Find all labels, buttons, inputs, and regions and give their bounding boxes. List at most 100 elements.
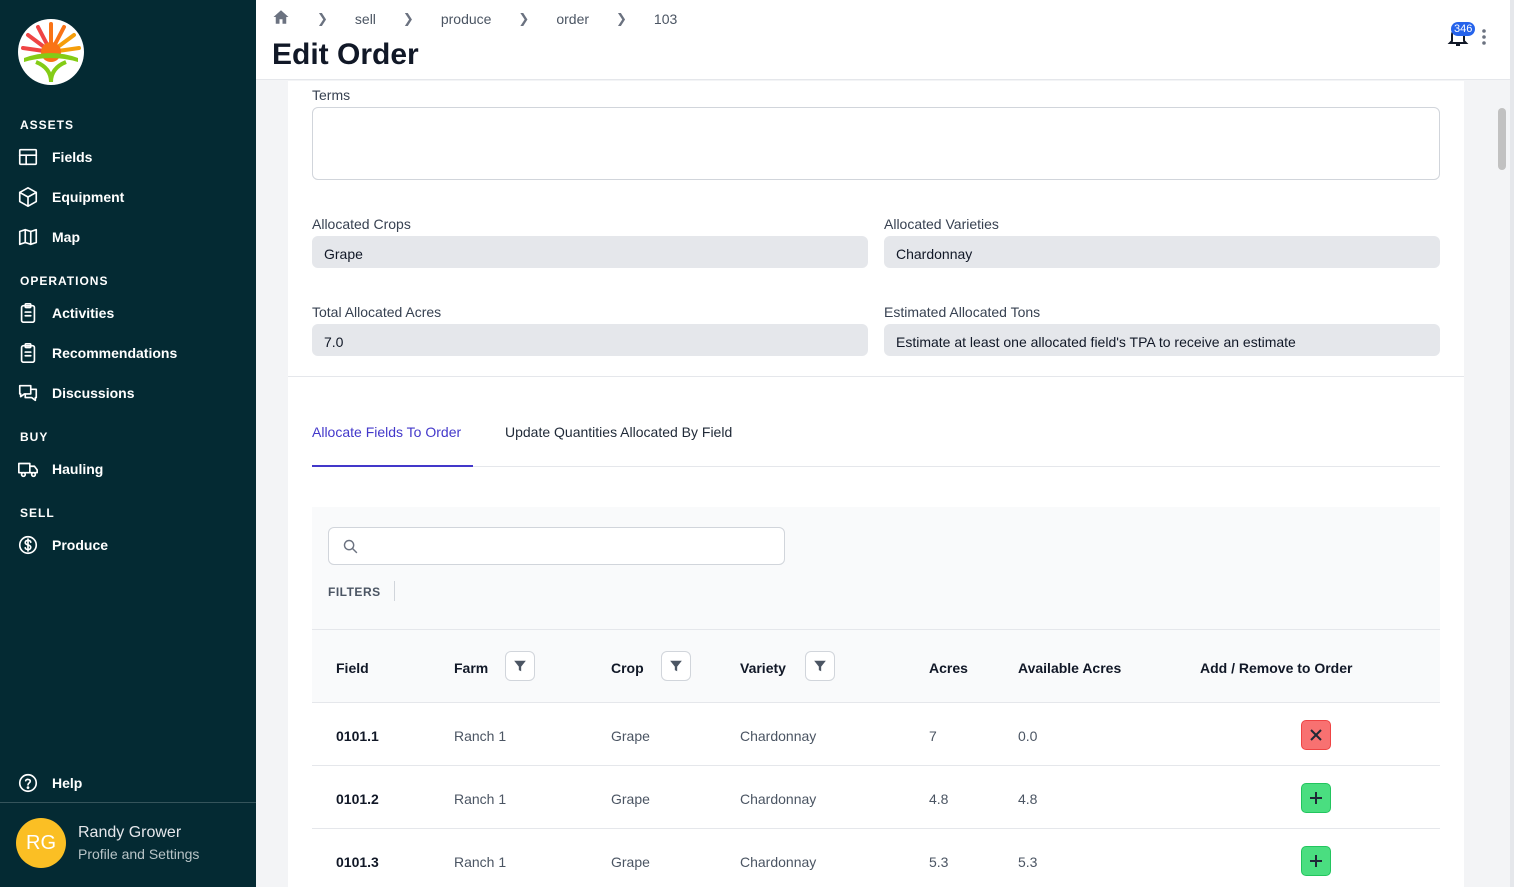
- tab-update-quantities[interactable]: Update Quantities Allocated By Field: [505, 424, 732, 440]
- funnel-icon: [814, 660, 826, 672]
- total-acres-label: Total Allocated Acres: [312, 304, 442, 320]
- fields-icon: [16, 145, 40, 169]
- home-icon[interactable]: [272, 8, 290, 29]
- total-acres-field: 7.0: [312, 324, 868, 356]
- avatar: RG: [16, 818, 66, 868]
- allocated-varieties-label: Allocated Varieties: [884, 216, 999, 232]
- nav-label-activities: Activities: [52, 305, 115, 321]
- chat-icon: [16, 381, 40, 405]
- chevron-right-icon: ❯: [518, 10, 530, 26]
- notification-badge: 346: [1451, 22, 1476, 36]
- clipboard-list-icon: [16, 341, 40, 365]
- cell-variety: Chardonnay: [740, 854, 817, 870]
- nav-item-produce[interactable]: Produce: [16, 530, 240, 560]
- cell-variety: Chardonnay: [740, 791, 817, 807]
- cell-crop: Grape: [611, 728, 650, 744]
- est-tons-label: Estimated Allocated Tons: [884, 304, 1041, 320]
- nav-item-equipment[interactable]: Equipment: [16, 182, 240, 212]
- nav-label-map: Map: [52, 229, 80, 245]
- cell-farm: Ranch 1: [454, 854, 507, 870]
- nav-item-discussions[interactable]: Discussions: [16, 378, 240, 408]
- map-icon: [16, 225, 40, 249]
- breadcrumb-produce[interactable]: produce: [441, 11, 492, 27]
- terms-textarea[interactable]: [312, 107, 1440, 180]
- table-header: Field Farm Crop Variety Acres Available …: [312, 629, 1440, 703]
- profile-name: Randy Grower: [78, 824, 182, 841]
- sidebar-divider: [0, 802, 256, 803]
- col-add-remove: Add / Remove to Order: [1200, 660, 1353, 676]
- col-crop[interactable]: Crop: [611, 660, 644, 676]
- farm-filter-button[interactable]: [505, 651, 535, 681]
- nav-label-equipment: Equipment: [52, 189, 125, 205]
- order-form-card: Terms Allocated Crops Grape Allocated Va…: [288, 81, 1464, 887]
- allocated-crops-field: Grape: [312, 236, 868, 268]
- col-available-acres[interactable]: Available Acres: [1018, 660, 1121, 676]
- cell-available-acres: 0.0: [1018, 728, 1038, 744]
- table-row: 0101.1 Ranch 1 Grape Chardonnay 7 0.0: [312, 703, 1440, 766]
- breadcrumb-order-id[interactable]: 103: [654, 11, 677, 27]
- col-variety[interactable]: Variety: [740, 660, 786, 676]
- cell-acres: 7: [929, 728, 937, 744]
- page-header: ❯ sell ❯ produce ❯ order ❯ 103 Edit Orde…: [256, 0, 1510, 80]
- remove-from-order-button[interactable]: [1301, 720, 1331, 750]
- nav-item-map[interactable]: Map: [16, 222, 240, 252]
- add-to-order-button[interactable]: [1301, 846, 1331, 876]
- nav-section-operations: OPERATIONS: [20, 274, 109, 288]
- col-field[interactable]: Field: [336, 660, 369, 676]
- more-options-icon[interactable]: [1480, 28, 1488, 46]
- help-icon: [16, 771, 40, 795]
- cell-field: 0101.1: [336, 728, 379, 744]
- filters-label: FILTERS: [328, 585, 381, 599]
- nav-section-sell: SELL: [20, 506, 55, 520]
- fields-table-panel: FILTERS Field Farm Crop Variety Acres Av…: [312, 507, 1440, 887]
- app-logo[interactable]: [16, 18, 86, 86]
- cell-field: 0101.3: [336, 854, 379, 870]
- chevron-right-icon: ❯: [402, 10, 414, 26]
- card-divider: [288, 376, 1464, 377]
- dollar-circle-icon: [16, 533, 40, 557]
- nav-label-help: Help: [52, 775, 83, 791]
- breadcrumb-order[interactable]: order: [556, 11, 589, 27]
- nav-section-assets: ASSETS: [20, 118, 75, 132]
- nav-section-buy: BUY: [20, 430, 49, 444]
- cell-farm: Ranch 1: [454, 791, 507, 807]
- profile-menu[interactable]: RG Randy Grower Profile and Settings: [16, 818, 199, 868]
- window-edge: [1510, 0, 1514, 887]
- breadcrumb-sell[interactable]: sell: [355, 11, 376, 27]
- sidebar: ASSETS Fields Equipment Map OPERATIONS A…: [0, 0, 256, 887]
- cell-field: 0101.2: [336, 791, 379, 807]
- table-row: 0101.2 Ranch 1 Grape Chardonnay 4.8 4.8: [312, 766, 1440, 829]
- nav-item-activities[interactable]: Activities: [16, 298, 240, 328]
- add-to-order-button[interactable]: [1301, 783, 1331, 813]
- variety-filter-button[interactable]: [805, 651, 835, 681]
- active-tab-indicator: [312, 465, 473, 467]
- page-title: Edit Order: [272, 38, 419, 71]
- terms-label: Terms: [312, 87, 351, 103]
- nav-item-help[interactable]: Help: [16, 768, 240, 798]
- tab-allocate-fields[interactable]: Allocate Fields To Order: [312, 424, 461, 440]
- vertical-scrollbar[interactable]: [1498, 108, 1506, 170]
- nav-label-fields: Fields: [52, 149, 93, 165]
- cell-acres: 4.8: [929, 791, 949, 807]
- col-acres[interactable]: Acres: [929, 660, 968, 676]
- nav-label-recommendations: Recommendations: [52, 345, 178, 361]
- funnel-icon: [670, 660, 682, 672]
- search-icon: [343, 539, 358, 554]
- plus-icon: [1310, 792, 1322, 804]
- breadcrumb: ❯ sell ❯ produce ❯ order ❯ 103: [272, 8, 677, 29]
- est-tons-field: Estimate at least one allocated field's …: [884, 324, 1440, 356]
- nav-item-hauling[interactable]: Hauling: [16, 454, 240, 484]
- nav-label-hauling: Hauling: [52, 461, 104, 477]
- search-input[interactable]: [328, 527, 785, 565]
- clipboard-icon: [16, 301, 40, 325]
- nav-label-discussions: Discussions: [52, 385, 135, 401]
- allocated-varieties-field: Chardonnay: [884, 236, 1440, 268]
- cell-crop: Grape: [611, 854, 650, 870]
- crop-filter-button[interactable]: [661, 651, 691, 681]
- col-farm[interactable]: Farm: [454, 660, 488, 676]
- nav-item-recommendations[interactable]: Recommendations: [16, 338, 240, 368]
- table-row: 0101.3 Ranch 1 Grape Chardonnay 5.3 5.3: [312, 829, 1440, 887]
- filters-divider: [394, 581, 395, 601]
- cell-acres: 5.3: [929, 854, 949, 870]
- nav-item-fields[interactable]: Fields: [16, 142, 240, 172]
